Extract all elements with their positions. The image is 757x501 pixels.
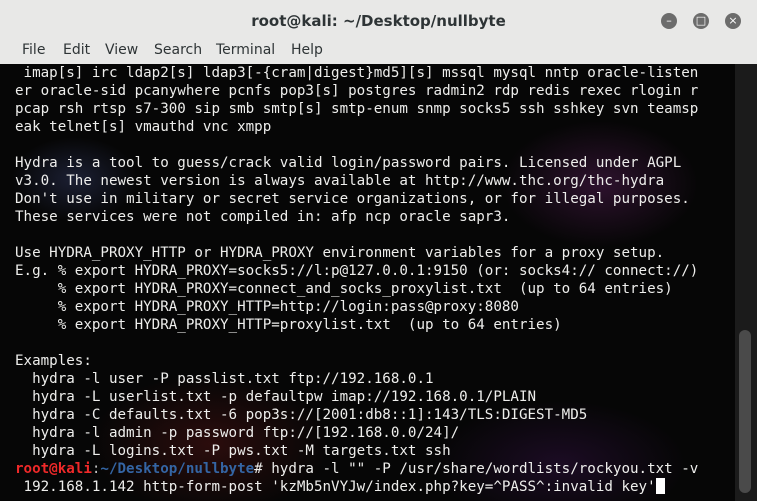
menu-file[interactable]: File [22,42,45,58]
window-title: root@kali: ~/Desktop/nullbyte [251,12,506,30]
output-line: pcap rsh rtsp s7-300 sip smb smtp[s] smt… [15,101,699,117]
prompt-path: ~/Desktop/nullbyte [100,461,255,477]
output-line: % export HYDRA_PROXY_HTTP=proxylist.txt … [15,317,562,333]
command-continuation[interactable]: 192.168.1.142 http-form-post 'kzMb5nVYJw… [15,479,656,495]
menu-edit[interactable]: Edit [63,42,90,58]
prompt-user: root@kali [15,461,92,477]
prompt-symbol: # [254,461,272,477]
output-line: % export HYDRA_PROXY=connect_and_socks_p… [15,281,673,297]
output-line: hydra -l admin -p password ftp://[192.16… [15,425,460,441]
title-bar[interactable]: root@kali: ~/Desktop/nullbyte – □ × [0,0,757,41]
output-line: imap[s] irc ldap2[s] ldap3[-{cram|digest… [15,65,699,81]
menu-help[interactable]: Help [291,42,323,58]
terminal-window: root@kali: ~/Desktop/nullbyte – □ × File… [0,0,757,501]
menu-bar: File Edit View Search Terminal Help [0,40,757,65]
output-line: E.g. % export HYDRA_PROXY=socks5://l:p@1… [15,263,699,279]
output-line: Examples: [15,353,92,369]
menu-terminal[interactable]: Terminal [216,42,275,58]
command-text[interactable]: hydra -l "" -P /usr/share/wordlists/rock… [271,461,698,477]
output-line: hydra -l user -P passlist.txt ftp://192.… [15,371,434,387]
output-line: hydra -L userlist.txt -p defaultpw imap:… [15,389,537,405]
maximize-icon[interactable]: □ [693,13,709,29]
menu-view[interactable]: View [105,42,138,58]
output-line: hydra -L logins.txt -P pws.txt -M target… [15,443,451,459]
output-line: % export HYDRA_PROXY_HTTP=http://login:p… [15,299,519,315]
output-line: These services were not compiled in: afp… [15,209,511,225]
command-prompt-line[interactable]: root@kali:~/Desktop/nullbyte# hydra -l "… [15,460,698,478]
minimize-icon[interactable]: – [661,13,677,29]
close-icon[interactable]: × [725,13,741,29]
output-line: hydra -C defaults.txt -6 pop3s://[2001:d… [15,407,588,423]
menu-search[interactable]: Search [154,42,202,58]
output-line: Use HYDRA_PROXY_HTTP or HYDRA_PROXY envi… [15,245,665,261]
output-line: v3.0. The newest version is always avail… [15,173,665,189]
output-line: Hydra is a tool to guess/crack valid log… [15,155,682,171]
cursor [655,478,665,494]
output-line: Don't use in military or secret service … [15,191,690,207]
scrollbar-thumb[interactable] [739,330,751,493]
output-line: eak telnet[s] vmauthd vnc xmpp [15,119,272,135]
output-line: er oracle-sid pcanywhere pcnfs pop3[s] p… [15,83,699,99]
command-continuation-line[interactable]: 192.168.1.142 http-form-post 'kzMb5nVYJw… [15,478,665,496]
terminal-output[interactable]: imap[s] irc ldap2[s] ldap3[-{cram|digest… [0,64,735,501]
